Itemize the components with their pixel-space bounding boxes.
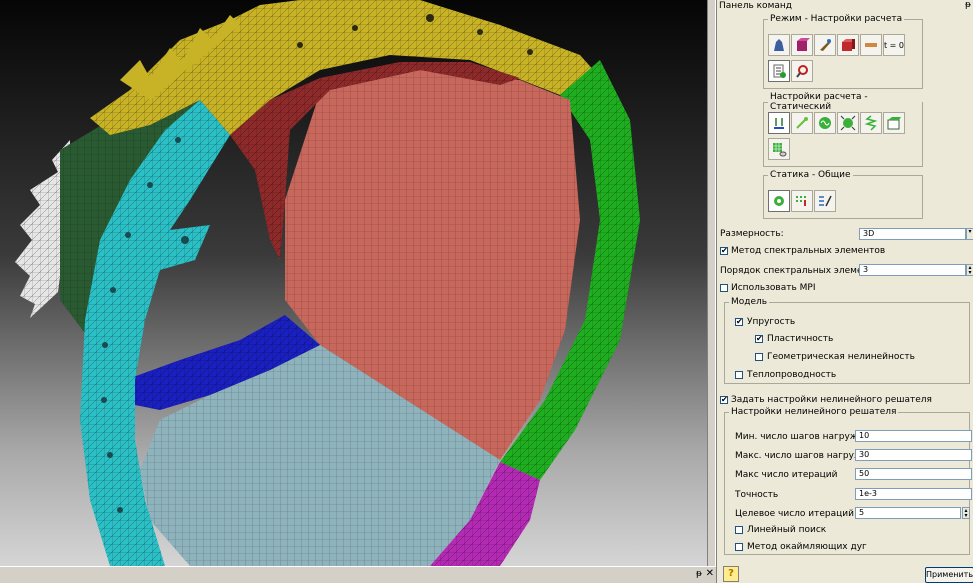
dimension-select[interactable]: 3D [859, 228, 966, 240]
spectral-checkbox[interactable]: ✔ [720, 247, 728, 255]
dock-button[interactable]: ᵽ [696, 569, 702, 579]
static-gear-button[interactable] [768, 190, 790, 212]
table-db-icon [773, 143, 787, 157]
static-grid-button[interactable] [791, 190, 813, 212]
pin-icon[interactable]: ᵽ [965, 0, 971, 10]
geom-nonlinear-checkbox[interactable] [755, 353, 763, 361]
command-panel: Панель команд ᵽ Режим - Настройки расчет… [716, 0, 973, 583]
mode-box-button[interactable] [837, 34, 859, 56]
mode-inspect-button[interactable] [791, 60, 813, 82]
spectral-order-input[interactable]: 3 [859, 264, 966, 276]
accuracy-input[interactable]: 1e-3 [855, 488, 972, 500]
nonlinear-group-title: Настройки нелинейного решателя [731, 407, 897, 417]
close-button[interactable]: ✕ [706, 568, 714, 579]
part-icon [774, 39, 784, 51]
nonlinear-enable-checkbox[interactable]: ✔ [720, 396, 728, 404]
dimension-label: Размерность: [720, 229, 784, 239]
arc-length-label: Метод окаймляющих дуг [747, 542, 867, 552]
min-steps-input[interactable]: 10 [855, 430, 972, 442]
box-icon [842, 39, 855, 51]
spectral-label: Метод спектральных элементов [731, 246, 886, 256]
help-icon[interactable]: ? [723, 566, 739, 582]
gear-icon [774, 196, 784, 206]
mode-load-button[interactable] [860, 34, 882, 56]
magnifier-icon [796, 65, 808, 78]
time-icon: t = 0 [884, 40, 905, 50]
max-iter-label: Макс число итераций [735, 470, 838, 480]
accuracy-label: Точность [735, 490, 779, 500]
target-iter-spinner[interactable]: ▴ ▾ [962, 507, 970, 519]
calc-wave-arrows-button[interactable] [837, 112, 859, 134]
static-tune-button[interactable] [814, 190, 836, 212]
apply-button[interactable]: Применить [925, 567, 973, 583]
elasticity-checkbox[interactable]: ✔ [735, 318, 743, 326]
elasticity-label: Упругость [747, 317, 796, 327]
max-steps-input[interactable]: 30 [855, 449, 972, 461]
settings-list-icon [773, 64, 786, 78]
wave-icon [819, 117, 831, 129]
static-group-title: Статика - Общие [770, 170, 851, 180]
model-group-title: Модель [731, 297, 768, 307]
calc-group-title: Настройки расчета - Статический [770, 92, 868, 112]
arc-length-checkbox[interactable] [735, 543, 743, 551]
calc-body-button[interactable] [883, 112, 905, 134]
max-iter-input[interactable]: 50 [855, 468, 972, 480]
wave-arrows-icon [840, 115, 856, 131]
calc-force-button[interactable] [791, 112, 813, 134]
line-search-label: Линейный поиск [747, 525, 827, 535]
mesh-cube-icon [797, 38, 810, 51]
wrench-icon [820, 39, 831, 51]
mpi-checkbox[interactable] [720, 284, 728, 292]
calc-spring-button[interactable] [860, 112, 882, 134]
panel-splitter[interactable] [707, 0, 716, 566]
dots-grid-icon [796, 196, 806, 206]
calc-constraints-button[interactable] [768, 112, 790, 134]
heat-label: Теплопроводность [747, 370, 837, 380]
line-search-checkbox[interactable] [735, 526, 743, 534]
heat-checkbox[interactable] [735, 371, 743, 379]
viewport-status-bar: ᵽ ✕ [0, 566, 716, 583]
tune-icon [819, 195, 832, 207]
mode-mesh-button[interactable] [791, 34, 813, 56]
calc-table-button[interactable] [768, 138, 790, 160]
target-iter-input[interactable]: 5 [855, 507, 961, 519]
mpi-label: Использовать MPI [731, 283, 816, 293]
spring-icon [864, 115, 878, 131]
nonlinear-enable-label: Задать настройки нелинейного решателя [731, 395, 932, 405]
constraints-icon [774, 118, 784, 129]
geom-nonlinear-label: Геометрическая нелинейность [767, 352, 915, 362]
dimension-dropdown-arrow[interactable]: ▾ [966, 228, 973, 240]
mode-time-button[interactable]: t = 0 [883, 34, 905, 56]
panel-title: Панель команд [719, 1, 792, 11]
beam-icon [865, 43, 877, 47]
plasticity-label: Пластичность [767, 334, 834, 344]
mode-group-title: Режим - Настройки расчета [770, 14, 903, 24]
3d-viewport[interactable] [0, 0, 707, 566]
mode-tools-button[interactable] [814, 34, 836, 56]
target-iter-label: Целевое число итераций [735, 509, 854, 519]
spectral-order-spinner[interactable]: ▴ ▾ [966, 264, 973, 276]
calc-wave-button[interactable] [814, 112, 836, 134]
body-icon [887, 117, 901, 130]
mesh-model [15, 0, 640, 566]
mode-part-button[interactable] [768, 34, 790, 56]
force-icon [796, 117, 808, 129]
plasticity-checkbox[interactable]: ✔ [755, 335, 763, 343]
mode-settings-button[interactable] [768, 60, 790, 82]
